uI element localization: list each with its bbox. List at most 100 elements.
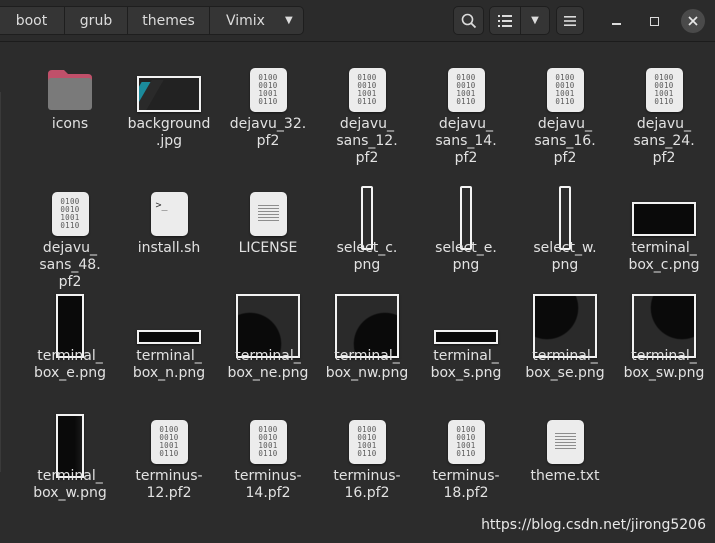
binary-file-icon: 0100 0010 1001 0110 bbox=[150, 416, 188, 464]
file-item[interactable]: 0100 0010 1001 0110 dejavu_ sans_14. pf2 bbox=[416, 64, 516, 167]
file-item[interactable]: 0100 0010 1001 0110 dejavu_ sans_16. pf2 bbox=[515, 64, 615, 167]
watermark: https://blog.csdn.net/jirong5206 bbox=[481, 517, 706, 533]
binary-file-icon: 0100 0010 1001 0110 bbox=[447, 416, 485, 464]
file-name: select_e. png bbox=[435, 240, 497, 273]
file-name: background .jpg bbox=[127, 116, 211, 149]
breadcrumb: boot grub themes Vimix ▼ bbox=[0, 6, 304, 35]
file-item[interactable]: >_ install.sh bbox=[119, 188, 219, 257]
file-item[interactable]: select_w. png bbox=[515, 186, 615, 274]
breadcrumb-themes[interactable]: themes bbox=[128, 6, 210, 35]
breadcrumb-vimix[interactable]: Vimix ▼ bbox=[210, 6, 304, 35]
breadcrumb-grub[interactable]: grub bbox=[65, 6, 128, 35]
file-name: dejavu_ sans_48. pf2 bbox=[39, 240, 101, 290]
file-item[interactable]: terminal_ box_w.png bbox=[20, 414, 120, 502]
file-item[interactable]: terminal_ box_s.png bbox=[416, 296, 516, 382]
binary-file-icon: 0100 0010 1001 0110 bbox=[348, 416, 386, 464]
main-menu-button[interactable] bbox=[556, 6, 584, 35]
file-item[interactable]: theme.txt bbox=[515, 416, 615, 485]
minimize-button[interactable] bbox=[604, 9, 628, 33]
file-item[interactable]: 0100 0010 1001 0110 terminus- 12.pf2 bbox=[119, 416, 219, 502]
file-name: dejavu_ sans_24. pf2 bbox=[633, 116, 695, 166]
file-name: terminus- 12.pf2 bbox=[135, 468, 203, 501]
image-thumbnail-icon bbox=[632, 294, 696, 358]
view-toggle: ▼ bbox=[489, 6, 550, 35]
close-icon bbox=[688, 16, 698, 26]
file-item[interactable]: terminal_ box_n.png bbox=[119, 296, 219, 382]
binary-file-icon: 0100 0010 1001 0110 bbox=[51, 188, 89, 236]
file-name: terminal_ box_c.png bbox=[628, 240, 700, 273]
file-name: terminus- 16.pf2 bbox=[333, 468, 401, 501]
image-thumbnail-icon bbox=[460, 186, 472, 250]
file-name: terminus- 14.pf2 bbox=[234, 468, 302, 501]
maximize-button[interactable] bbox=[642, 9, 666, 33]
text-file-icon bbox=[249, 188, 287, 236]
breadcrumb-boot[interactable]: boot bbox=[0, 6, 65, 35]
file-name: terminal_ box_e.png bbox=[33, 348, 107, 381]
file-name: select_c. png bbox=[336, 240, 398, 273]
file-name: terminal_ box_ne.png bbox=[227, 348, 309, 381]
file-name: install.sh bbox=[137, 240, 201, 256]
image-thumbnail-icon bbox=[559, 186, 571, 250]
file-item[interactable]: select_e. png bbox=[416, 186, 516, 274]
close-button[interactable] bbox=[681, 9, 705, 33]
file-name: dejavu_ sans_12. pf2 bbox=[336, 116, 398, 166]
image-thumbnail-icon bbox=[137, 64, 201, 112]
list-view-button[interactable] bbox=[490, 7, 521, 34]
minimize-icon bbox=[611, 23, 621, 25]
view-options-button[interactable]: ▼ bbox=[521, 7, 549, 34]
search-icon bbox=[461, 13, 476, 28]
file-name: terminus- 18.pf2 bbox=[432, 468, 500, 501]
chevron-down-icon: ▼ bbox=[284, 15, 293, 26]
file-item[interactable]: terminal_ box_e.png bbox=[20, 294, 120, 382]
file-name: icons bbox=[51, 116, 89, 132]
file-item[interactable]: icons bbox=[20, 64, 120, 133]
file-item[interactable]: 0100 0010 1001 0110 terminus- 16.pf2 bbox=[317, 416, 417, 502]
file-name: terminal_ box_w.png bbox=[33, 468, 107, 501]
folder-icon bbox=[46, 64, 94, 112]
file-name: terminal_ box_s.png bbox=[430, 348, 502, 381]
file-item[interactable]: 0100 0010 1001 0110 terminus- 14.pf2 bbox=[218, 416, 318, 502]
file-name: dejavu_ sans_16. pf2 bbox=[534, 116, 596, 166]
image-thumbnail-icon bbox=[236, 294, 300, 358]
file-name: dejavu_ sans_14. pf2 bbox=[435, 116, 497, 166]
file-name: terminal_ box_n.png bbox=[132, 348, 206, 381]
binary-file-icon: 0100 0010 1001 0110 bbox=[348, 64, 386, 112]
breadcrumb-vimix-label: Vimix bbox=[226, 12, 265, 29]
file-name: LICENSE bbox=[238, 240, 298, 256]
file-item[interactable]: terminal_ box_c.png bbox=[614, 188, 714, 274]
file-name: select_w. png bbox=[533, 240, 597, 273]
image-thumbnail-icon bbox=[137, 296, 201, 344]
file-item[interactable]: 0100 0010 1001 0110 dejavu_32. pf2 bbox=[218, 64, 318, 150]
image-thumbnail-icon bbox=[335, 294, 399, 358]
file-name: terminal_ box_se.png bbox=[525, 348, 605, 381]
image-thumbnail-icon bbox=[533, 294, 597, 358]
file-name: terminal_ box_sw.png bbox=[623, 348, 705, 381]
file-item[interactable]: select_c. png bbox=[317, 186, 417, 274]
binary-file-icon: 0100 0010 1001 0110 bbox=[645, 64, 683, 112]
script-file-icon: >_ bbox=[150, 188, 188, 236]
file-item[interactable]: terminal_ box_se.png bbox=[515, 294, 615, 382]
image-thumbnail-icon bbox=[56, 294, 84, 358]
image-thumbnail-icon bbox=[56, 414, 84, 478]
file-item[interactable]: 0100 0010 1001 0110 terminus- 18.pf2 bbox=[416, 416, 516, 502]
sidebar-edge bbox=[0, 92, 5, 472]
file-name: theme.txt bbox=[530, 468, 600, 484]
file-item[interactable]: terminal_ box_nw.png bbox=[317, 294, 417, 382]
binary-file-icon: 0100 0010 1001 0110 bbox=[447, 64, 485, 112]
file-name: dejavu_32. pf2 bbox=[229, 116, 307, 149]
text-file-icon bbox=[546, 416, 584, 464]
binary-file-icon: 0100 0010 1001 0110 bbox=[546, 64, 584, 112]
file-item[interactable]: terminal_ box_ne.png bbox=[218, 294, 318, 382]
binary-file-icon: 0100 0010 1001 0110 bbox=[249, 64, 287, 112]
file-item[interactable]: background .jpg bbox=[119, 64, 219, 150]
file-name: terminal_ box_nw.png bbox=[325, 348, 409, 381]
file-item[interactable]: 0100 0010 1001 0110 dejavu_ sans_24. pf2 bbox=[614, 64, 714, 167]
file-item[interactable]: 0100 0010 1001 0110 dejavu_ sans_12. pf2 bbox=[317, 64, 417, 167]
file-item[interactable]: terminal_ box_sw.png bbox=[614, 294, 714, 382]
binary-file-icon: 0100 0010 1001 0110 bbox=[249, 416, 287, 464]
search-button[interactable] bbox=[453, 6, 484, 35]
file-item[interactable]: 0100 0010 1001 0110 dejavu_ sans_48. pf2 bbox=[20, 188, 120, 291]
chevron-down-icon: ▼ bbox=[531, 15, 539, 26]
image-thumbnail-icon bbox=[434, 296, 498, 344]
file-item[interactable]: LICENSE bbox=[218, 188, 318, 257]
